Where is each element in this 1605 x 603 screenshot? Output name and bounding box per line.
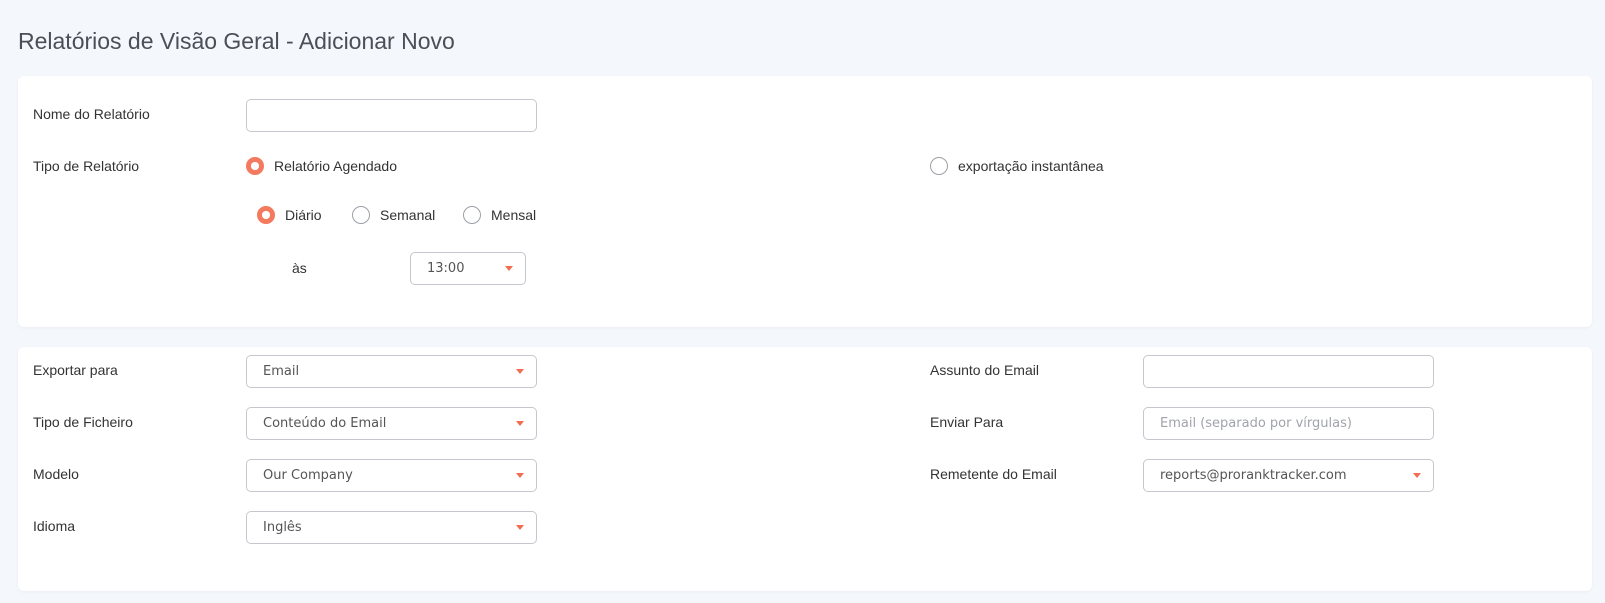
- template-select[interactable]: Our Company: [246, 459, 537, 492]
- radio-checked-icon: [257, 206, 275, 224]
- report-name-label: Nome do Relatório: [33, 106, 150, 122]
- chevron-down-icon: [505, 266, 513, 271]
- template-value: Our Company: [263, 468, 353, 483]
- radio-daily[interactable]: Diário: [257, 206, 322, 224]
- language-value: Inglês: [263, 520, 302, 535]
- chevron-down-icon: [516, 369, 524, 374]
- chevron-down-icon: [516, 473, 524, 478]
- radio-checked-icon: [246, 157, 264, 175]
- radio-daily-label: Diário: [285, 207, 322, 223]
- page-title: Relatórios de Visão Geral - Adicionar No…: [18, 28, 455, 54]
- time-select-value: 13:00: [427, 261, 465, 276]
- at-label: às: [292, 260, 307, 276]
- chevron-down-icon: [516, 525, 524, 530]
- radio-instant-label: exportação instantânea: [958, 158, 1104, 174]
- language-label: Idioma: [33, 518, 76, 534]
- radio-unchecked-icon: [463, 206, 481, 224]
- export-settings-card: Exportar para Email Tipo de Ficheiro Con…: [18, 347, 1592, 591]
- report-type-label: Tipo de Relatório: [33, 158, 140, 174]
- export-to-select[interactable]: Email: [246, 355, 537, 388]
- radio-unchecked-icon: [930, 157, 948, 175]
- time-select[interactable]: 13:00: [410, 252, 526, 285]
- chevron-down-icon: [516, 421, 524, 426]
- export-to-label: Exportar para: [33, 362, 118, 378]
- email-subject-input[interactable]: [1143, 355, 1434, 388]
- chevron-down-icon: [1413, 473, 1421, 478]
- file-type-value: Conteúdo do Email: [263, 416, 387, 431]
- radio-scheduled-report[interactable]: Relatório Agendado: [246, 157, 397, 175]
- email-sender-value: reports@proranktracker.com: [1160, 468, 1347, 483]
- radio-scheduled-label: Relatório Agendado: [274, 158, 397, 174]
- report-name-input[interactable]: [246, 99, 537, 132]
- radio-weekly-label: Semanal: [380, 207, 436, 223]
- template-label: Modelo: [33, 466, 79, 482]
- email-sender-label: Remetente do Email: [930, 466, 1057, 482]
- send-to-label: Enviar Para: [930, 414, 1004, 430]
- email-subject-label: Assunto do Email: [930, 362, 1039, 378]
- file-type-select[interactable]: Conteúdo do Email: [246, 407, 537, 440]
- export-to-value: Email: [263, 364, 300, 379]
- email-sender-select[interactable]: reports@proranktracker.com: [1143, 459, 1434, 492]
- language-select[interactable]: Inglês: [246, 511, 537, 544]
- radio-monthly[interactable]: Mensal: [463, 206, 536, 224]
- report-settings-card: Nome do Relatório Tipo de Relatório Rela…: [18, 76, 1592, 327]
- radio-unchecked-icon: [352, 206, 370, 224]
- radio-monthly-label: Mensal: [491, 207, 537, 223]
- send-to-input[interactable]: Email (separado por vírgulas): [1143, 407, 1434, 440]
- file-type-label: Tipo de Ficheiro: [33, 414, 133, 430]
- radio-weekly[interactable]: Semanal: [352, 206, 435, 224]
- radio-instant-export[interactable]: exportação instantânea: [930, 157, 1104, 175]
